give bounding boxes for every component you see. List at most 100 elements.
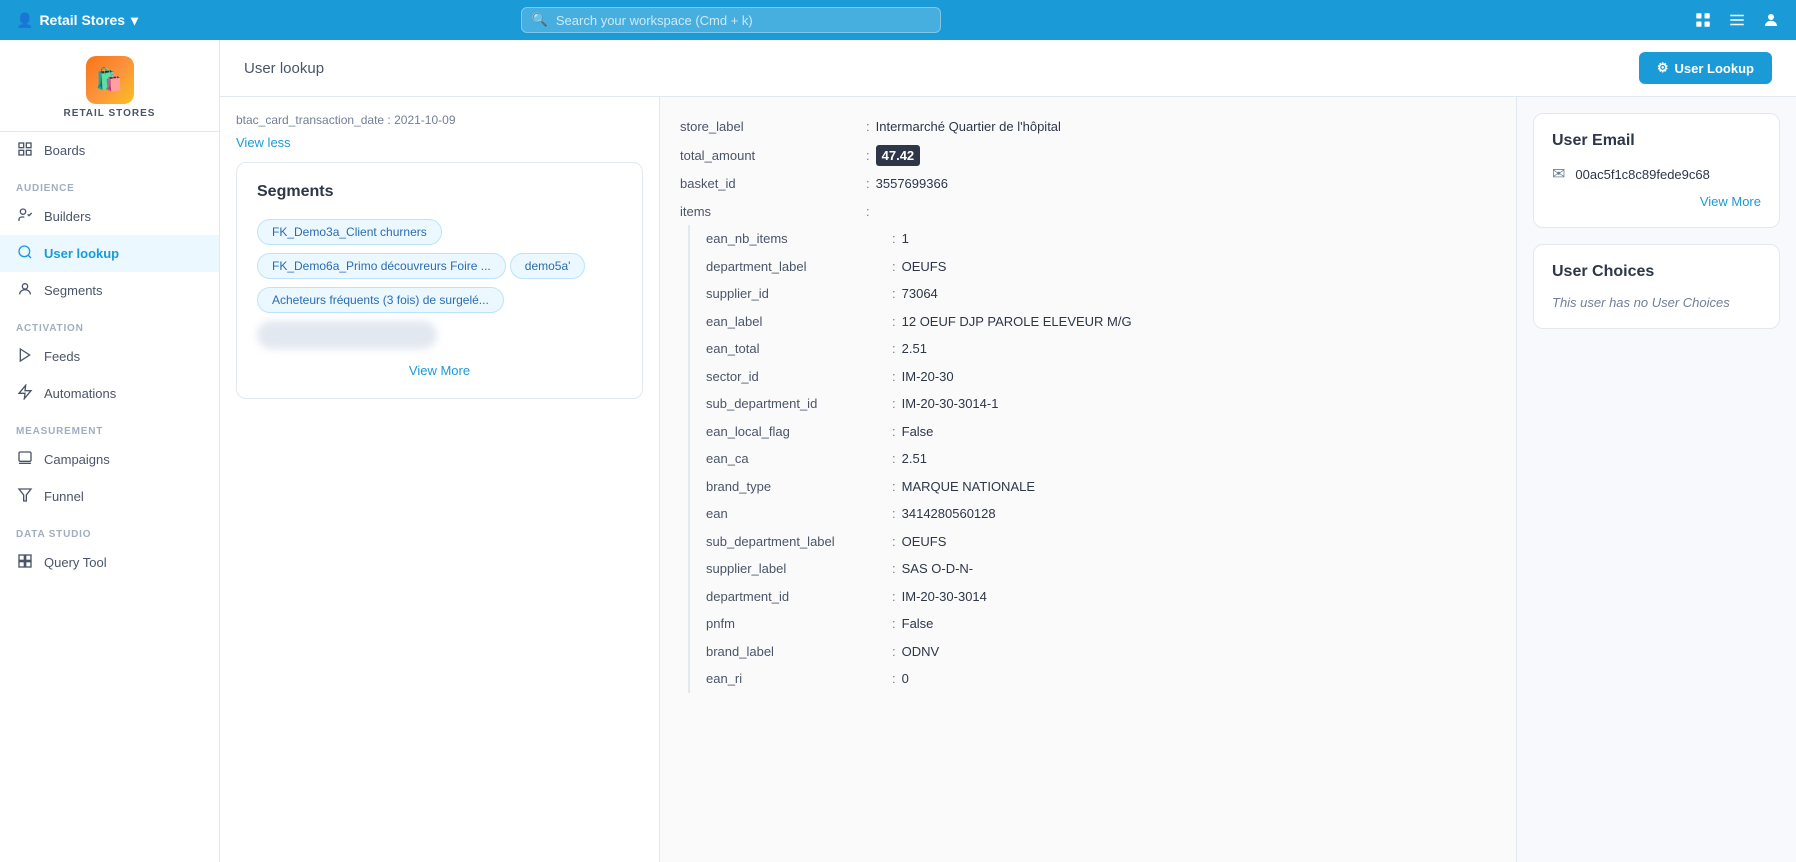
segment-tag[interactable]: FK_Demo3a_Client churners: [257, 219, 442, 245]
email-icon: ✉: [1552, 164, 1565, 184]
sidebar-item-builders[interactable]: Builders: [0, 198, 219, 235]
item-key: supplier_label: [706, 559, 886, 579]
campaigns-icon: [16, 450, 34, 469]
builders-label: Builders: [44, 209, 91, 224]
item-key: ean_ca: [706, 449, 886, 469]
campaigns-label: Campaigns: [44, 452, 110, 467]
data-item-row: ean_local_flag : False: [706, 418, 1496, 446]
data-item-row: sub_department_id : IM-20-30-3014-1: [706, 390, 1496, 418]
data-item-row: pnfm : False: [706, 610, 1496, 638]
data-item-row: ean_ca : 2.51: [706, 445, 1496, 473]
user-lookup-btn-icon: ⚙: [1657, 60, 1669, 76]
user-icon-button[interactable]: [1762, 11, 1780, 29]
sidebar-item-segments[interactable]: Segments: [0, 272, 219, 309]
settings-icon-button[interactable]: [1728, 11, 1746, 29]
audience-section-label: AUDIENCE: [0, 169, 219, 198]
measurement-section-label: MEASUREMENT: [0, 412, 219, 441]
data-item-row: ean_ri : 0: [706, 665, 1496, 693]
segments-label: Segments: [44, 283, 103, 298]
funnel-icon: [16, 487, 34, 506]
item-key: sector_id: [706, 367, 886, 387]
item-sep: :: [892, 532, 896, 552]
item-val: 73064: [902, 284, 938, 304]
email-value: 00ac5f1c8c89fede9c68: [1575, 167, 1709, 182]
data-row: store_label : Intermarché Quartier de l'…: [680, 113, 1496, 141]
item-sep: :: [892, 284, 896, 304]
brand-logo[interactable]: 👤 Retail Stores ▾: [16, 12, 138, 29]
item-key: ean_local_flag: [706, 422, 886, 442]
item-val: 2.51: [902, 339, 927, 359]
data-sep: :: [866, 174, 870, 194]
boards-icon: [16, 141, 34, 160]
item-val: IM-20-30: [902, 367, 954, 387]
search-icon: 🔍: [532, 12, 548, 28]
segment-tag[interactable]: demo5a': [510, 253, 586, 279]
data-item-row: ean_total : 2.51: [706, 335, 1496, 363]
sidebar-item-boards[interactable]: Boards: [0, 132, 219, 169]
query-tool-label: Query Tool: [44, 555, 107, 570]
item-key: brand_label: [706, 642, 886, 662]
data-row: total_amount : 47.42: [680, 141, 1496, 171]
item-key: sub_department_id: [706, 394, 886, 414]
item-sep: :: [892, 614, 896, 634]
item-val: OEUFS: [902, 532, 947, 552]
segment-tags-container: FK_Demo3a_Client churners FK_Demo6a_Primo…: [257, 215, 622, 317]
data-key: store_label: [680, 117, 860, 137]
data-item-row: sector_id : IM-20-30: [706, 363, 1496, 391]
top-nav: 👤 Retail Stores ▾ 🔍 Search your workspac…: [0, 0, 1796, 40]
user-lookup-button[interactable]: ⚙ User Lookup: [1639, 52, 1772, 84]
data-item-row: ean_label : 12 OEUF DJP PAROLE ELEVEUR M…: [706, 308, 1496, 336]
item-sep: :: [892, 587, 896, 607]
item-key: ean_total: [706, 339, 886, 359]
item-sep: :: [892, 257, 896, 277]
sidebar-item-funnel[interactable]: Funnel: [0, 478, 219, 515]
data-item-row: ean : 3414280560128: [706, 500, 1496, 528]
segment-tag[interactable]: Acheteurs fréquents (3 fois) de surgelé.…: [257, 287, 504, 313]
sidebar-item-campaigns[interactable]: Campaigns: [0, 441, 219, 478]
user-lookup-btn-label: User Lookup: [1675, 61, 1754, 76]
brand-icon: 👤: [16, 12, 33, 29]
user-lookup-icon: [16, 244, 34, 263]
item-val: ODNV: [902, 642, 940, 662]
user-lookup-label: User lookup: [44, 246, 119, 261]
items-label-row: items :: [680, 198, 1496, 226]
grid-icon-button[interactable]: [1694, 11, 1712, 29]
middle-panel: store_label : Intermarché Quartier de l'…: [660, 97, 1516, 862]
sidebar-item-automations[interactable]: Automations: [0, 375, 219, 412]
truncated-record-text: btac_card_transaction_date : 2021-10-09: [236, 113, 643, 127]
email-row: ✉ 00ac5f1c8c89fede9c68: [1552, 164, 1761, 184]
data-item-row: sub_department_label : OEUFS: [706, 528, 1496, 556]
item-sep: :: [892, 669, 896, 689]
segments-view-more-link[interactable]: View More: [257, 363, 622, 378]
email-view-more-link[interactable]: View More: [1552, 194, 1761, 209]
sidebar: 🛍️ RETAIL STORES Boards AUDIENCE Builder…: [0, 40, 220, 862]
page-header: User lookup ⚙ User Lookup: [220, 40, 1796, 97]
item-sep: :: [892, 477, 896, 497]
blurred-segment: [257, 321, 437, 349]
query-tool-icon: [16, 553, 34, 572]
item-sep: :: [892, 339, 896, 359]
items-sep: :: [866, 202, 870, 222]
item-val: False: [902, 422, 934, 442]
user-choices-card: User Choices This user has no User Choic…: [1533, 244, 1780, 329]
item-sep: :: [892, 449, 896, 469]
boards-label: Boards: [44, 143, 85, 158]
logo-text: RETAIL STORES: [64, 108, 156, 119]
content-area: btac_card_transaction_date : 2021-10-09 …: [220, 97, 1796, 862]
items-key: items: [680, 202, 860, 222]
user-email-card: User Email ✉ 00ac5f1c8c89fede9c68 View M…: [1533, 113, 1780, 228]
search-bar[interactable]: 🔍 Search your workspace (Cmd + k): [521, 7, 941, 33]
data-item-row: brand_type : MARQUE NATIONALE: [706, 473, 1496, 501]
feeds-icon: [16, 347, 34, 366]
sidebar-item-user-lookup[interactable]: User lookup: [0, 235, 219, 272]
segment-tag[interactable]: FK_Demo6a_Primo découvreurs Foire ...: [257, 253, 506, 279]
sidebar-item-feeds[interactable]: Feeds: [0, 338, 219, 375]
items-container: ean_nb_items : 1 department_label : OEUF…: [688, 225, 1496, 693]
funnel-label: Funnel: [44, 489, 84, 504]
sidebar-item-query-tool[interactable]: Query Tool: [0, 544, 219, 581]
item-sep: :: [892, 642, 896, 662]
item-sep: :: [892, 504, 896, 524]
view-less-link[interactable]: View less: [236, 135, 291, 150]
data-key: basket_id: [680, 174, 860, 194]
item-val: 3414280560128: [902, 504, 996, 524]
